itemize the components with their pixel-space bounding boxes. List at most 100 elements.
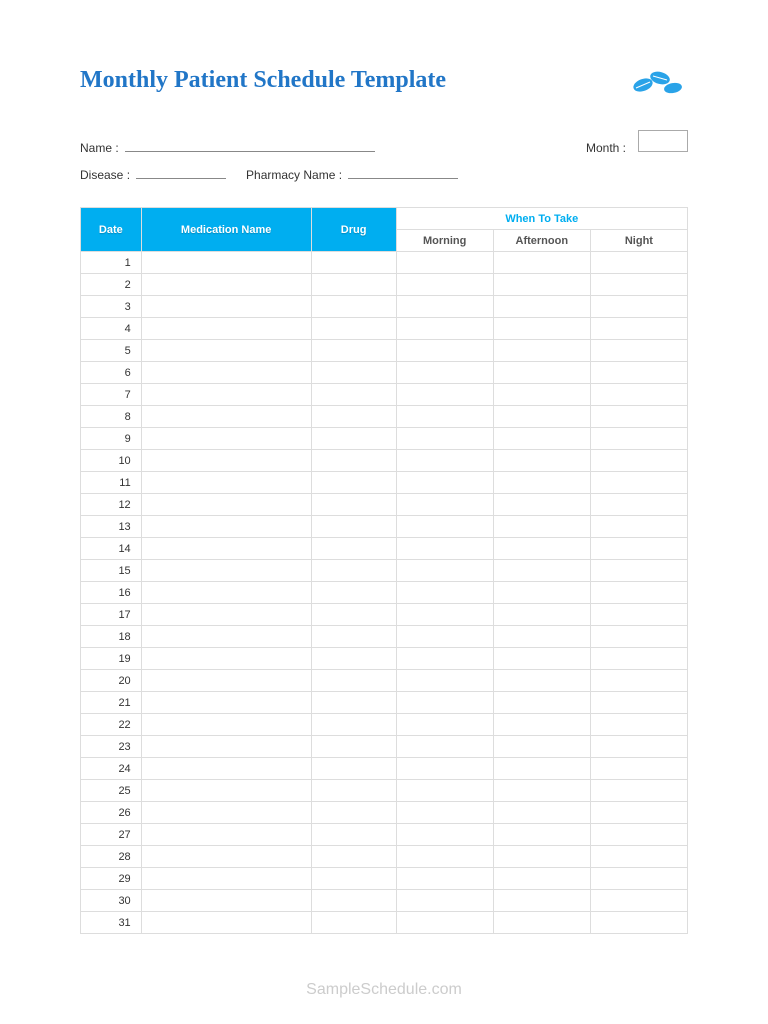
empty-cell[interactable] [141, 494, 311, 516]
empty-cell[interactable] [311, 340, 396, 362]
empty-cell[interactable] [396, 560, 493, 582]
empty-cell[interactable] [141, 560, 311, 582]
empty-cell[interactable] [590, 648, 687, 670]
empty-cell[interactable] [590, 824, 687, 846]
empty-cell[interactable] [141, 472, 311, 494]
empty-cell[interactable] [396, 538, 493, 560]
empty-cell[interactable] [590, 670, 687, 692]
empty-cell[interactable] [493, 626, 590, 648]
empty-cell[interactable] [590, 846, 687, 868]
empty-cell[interactable] [141, 758, 311, 780]
empty-cell[interactable] [493, 406, 590, 428]
empty-cell[interactable] [311, 406, 396, 428]
empty-cell[interactable] [493, 648, 590, 670]
empty-cell[interactable] [493, 472, 590, 494]
empty-cell[interactable] [493, 846, 590, 868]
empty-cell[interactable] [311, 846, 396, 868]
empty-cell[interactable] [493, 494, 590, 516]
empty-cell[interactable] [493, 340, 590, 362]
empty-cell[interactable] [396, 406, 493, 428]
empty-cell[interactable] [311, 472, 396, 494]
empty-cell[interactable] [590, 802, 687, 824]
empty-cell[interactable] [311, 450, 396, 472]
empty-cell[interactable] [493, 604, 590, 626]
empty-cell[interactable] [141, 802, 311, 824]
empty-cell[interactable] [311, 692, 396, 714]
empty-cell[interactable] [311, 384, 396, 406]
empty-cell[interactable] [311, 626, 396, 648]
empty-cell[interactable] [590, 274, 687, 296]
empty-cell[interactable] [493, 516, 590, 538]
empty-cell[interactable] [590, 780, 687, 802]
empty-cell[interactable] [396, 428, 493, 450]
empty-cell[interactable] [493, 582, 590, 604]
empty-cell[interactable] [141, 450, 311, 472]
empty-cell[interactable] [493, 890, 590, 912]
empty-cell[interactable] [396, 604, 493, 626]
empty-cell[interactable] [311, 648, 396, 670]
empty-cell[interactable] [396, 780, 493, 802]
empty-cell[interactable] [396, 824, 493, 846]
empty-cell[interactable] [396, 758, 493, 780]
empty-cell[interactable] [311, 868, 396, 890]
empty-cell[interactable] [311, 736, 396, 758]
empty-cell[interactable] [590, 626, 687, 648]
empty-cell[interactable] [311, 274, 396, 296]
empty-cell[interactable] [396, 472, 493, 494]
empty-cell[interactable] [590, 252, 687, 274]
empty-cell[interactable] [493, 780, 590, 802]
empty-cell[interactable] [590, 516, 687, 538]
empty-cell[interactable] [141, 626, 311, 648]
empty-cell[interactable] [396, 494, 493, 516]
empty-cell[interactable] [141, 318, 311, 340]
empty-cell[interactable] [493, 384, 590, 406]
empty-cell[interactable] [493, 318, 590, 340]
empty-cell[interactable] [141, 824, 311, 846]
empty-cell[interactable] [396, 362, 493, 384]
empty-cell[interactable] [590, 340, 687, 362]
empty-cell[interactable] [311, 252, 396, 274]
empty-cell[interactable] [590, 296, 687, 318]
empty-cell[interactable] [141, 406, 311, 428]
empty-cell[interactable] [396, 626, 493, 648]
empty-cell[interactable] [141, 670, 311, 692]
empty-cell[interactable] [311, 494, 396, 516]
empty-cell[interactable] [590, 582, 687, 604]
empty-cell[interactable] [396, 846, 493, 868]
empty-cell[interactable] [141, 538, 311, 560]
empty-cell[interactable] [311, 802, 396, 824]
empty-cell[interactable] [396, 648, 493, 670]
empty-cell[interactable] [590, 472, 687, 494]
pharmacy-input-line[interactable] [348, 165, 458, 179]
empty-cell[interactable] [590, 450, 687, 472]
empty-cell[interactable] [311, 714, 396, 736]
empty-cell[interactable] [311, 318, 396, 340]
empty-cell[interactable] [311, 582, 396, 604]
month-input-box[interactable] [638, 130, 688, 152]
empty-cell[interactable] [141, 890, 311, 912]
empty-cell[interactable] [396, 582, 493, 604]
empty-cell[interactable] [590, 494, 687, 516]
empty-cell[interactable] [493, 802, 590, 824]
empty-cell[interactable] [493, 714, 590, 736]
empty-cell[interactable] [590, 912, 687, 934]
empty-cell[interactable] [493, 252, 590, 274]
empty-cell[interactable] [141, 362, 311, 384]
empty-cell[interactable] [590, 714, 687, 736]
empty-cell[interactable] [141, 516, 311, 538]
empty-cell[interactable] [396, 252, 493, 274]
empty-cell[interactable] [590, 538, 687, 560]
empty-cell[interactable] [311, 538, 396, 560]
empty-cell[interactable] [311, 758, 396, 780]
disease-input-line[interactable] [136, 165, 226, 179]
empty-cell[interactable] [396, 450, 493, 472]
empty-cell[interactable] [311, 362, 396, 384]
empty-cell[interactable] [141, 846, 311, 868]
empty-cell[interactable] [590, 362, 687, 384]
empty-cell[interactable] [590, 890, 687, 912]
empty-cell[interactable] [590, 736, 687, 758]
empty-cell[interactable] [493, 670, 590, 692]
empty-cell[interactable] [493, 450, 590, 472]
empty-cell[interactable] [396, 384, 493, 406]
name-input-line[interactable] [125, 138, 375, 152]
